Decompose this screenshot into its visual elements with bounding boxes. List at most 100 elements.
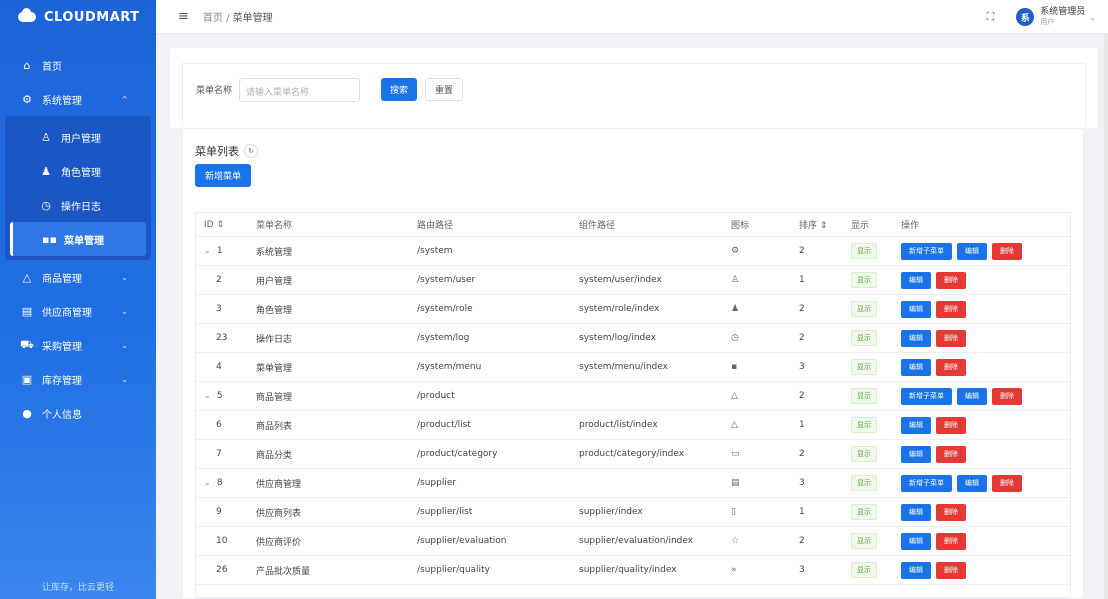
- delete-button[interactable]: 删除: [992, 242, 1022, 260]
- row-id-value: 7: [216, 449, 222, 459]
- row-menu-icon: ☆: [731, 536, 740, 546]
- add-submenu-button[interactable]: 新增子菜单: [901, 474, 952, 492]
- column-header-sort[interactable]: 排序 ⇕: [791, 218, 843, 231]
- row-id-value: 5: [216, 391, 223, 401]
- chevron-up-icon: ^: [121, 94, 128, 104]
- delete-button[interactable]: 删除: [936, 561, 966, 579]
- delete-button[interactable]: 删除: [992, 387, 1022, 405]
- reset-button[interactable]: 重置: [425, 78, 464, 101]
- row-route: /system: [417, 246, 453, 256]
- edit-button[interactable]: 编辑: [901, 503, 931, 521]
- delete-button[interactable]: 删除: [936, 358, 966, 376]
- delete-button[interactable]: 删除: [936, 271, 966, 289]
- sidebar-item-menus[interactable]: ▪▪ 菜单管理: [10, 222, 146, 256]
- row-id-value: 10: [216, 536, 228, 546]
- row-sort: 2: [799, 536, 805, 546]
- row-component: supplier/quality/index: [579, 565, 677, 575]
- row-menu-icon: △: [731, 420, 738, 430]
- user-name: 系统管理员: [1040, 7, 1086, 17]
- row-id: 23: [196, 333, 248, 343]
- delete-button[interactable]: 删除: [936, 416, 966, 434]
- edit-button[interactable]: 编辑: [901, 445, 931, 463]
- refresh-icon[interactable]: ↻: [244, 144, 258, 158]
- row-component: system/user/index: [579, 275, 662, 285]
- avatar[interactable]: 系: [1016, 8, 1035, 26]
- visible-badge: 显示: [851, 301, 877, 317]
- row-menu-name: 用户管理: [256, 276, 293, 287]
- row-id: 9: [196, 507, 248, 517]
- edit-button[interactable]: 编辑: [957, 387, 987, 405]
- edit-button[interactable]: 编辑: [901, 300, 931, 318]
- edit-button[interactable]: 编辑: [901, 532, 931, 550]
- search-button[interactable]: 搜索: [381, 78, 418, 101]
- user-area: ⛶ 系 系统管理员 用户 ⌄: [987, 0, 1096, 34]
- row-id: 26: [196, 565, 248, 575]
- sort-icon[interactable]: ⇕: [820, 221, 828, 231]
- app-logo[interactable]: CLOUDMART: [0, 0, 156, 34]
- breadcrumb-home[interactable]: 首页: [203, 13, 223, 24]
- table-row: 6 商品列表/product/list product/list/index △ 1 显示…: [196, 411, 1070, 440]
- edit-button[interactable]: 编辑: [957, 242, 987, 260]
- row-menu-icon: ▯: [731, 507, 736, 517]
- row-id: 3: [196, 304, 248, 314]
- delete-button[interactable]: 删除: [936, 300, 966, 318]
- user-menu[interactable]: 系统管理员 用户: [1040, 7, 1085, 27]
- sidebar-item-users[interactable]: ♙ 用户管理: [5, 120, 151, 154]
- add-submenu-button[interactable]: 新增子菜单: [901, 387, 952, 405]
- row-visible: 显示: [843, 533, 893, 549]
- expand-icon[interactable]: ⌄: [204, 391, 214, 400]
- edit-button[interactable]: 编辑: [901, 329, 931, 347]
- edit-button[interactable]: 编辑: [901, 561, 931, 579]
- visible-badge: 显示: [851, 330, 877, 346]
- sidebar-item-roles[interactable]: ♟ 角色管理: [5, 154, 151, 188]
- chevron-down-icon[interactable]: ⌄: [1089, 13, 1096, 22]
- delete-button[interactable]: 删除: [936, 503, 966, 521]
- edit-button[interactable]: 编辑: [901, 271, 931, 289]
- row-menu-name: 供应商评价: [256, 537, 302, 548]
- delete-button[interactable]: 删除: [936, 329, 966, 347]
- sidebar-item-suppliers[interactable]: ▤ 供应商管理 ⌄: [0, 294, 156, 328]
- add-menu-button[interactable]: 新增菜单: [195, 164, 252, 187]
- row-route: /system/menu: [417, 362, 482, 372]
- sidebar-item-label: 个人信息: [42, 409, 82, 421]
- row-menu-icon: ♟: [731, 304, 740, 314]
- row-route: /supplier/evaluation: [417, 536, 507, 546]
- sidebar-item-inventory[interactable]: ▣ 库存管理 ⌄: [0, 362, 156, 396]
- chevron-down-icon: ⌄: [121, 306, 128, 316]
- sidebar-item-system[interactable]: ⚙ 系统管理 ^: [0, 82, 156, 116]
- sidebar-item-products[interactable]: △ 商品管理 ⌄: [0, 260, 156, 294]
- sidebar-item-logs[interactable]: ◷ 操作日志: [5, 188, 151, 222]
- edit-button[interactable]: 编辑: [901, 416, 931, 434]
- fullscreen-icon[interactable]: ⛶: [987, 10, 995, 24]
- edit-button[interactable]: 编辑: [901, 358, 931, 376]
- row-id-value: 2: [216, 275, 222, 285]
- sidebar-item-profile[interactable]: ● 个人信息: [0, 396, 156, 430]
- search-card: 菜单名称 请输入菜单名称 搜索 重置: [170, 48, 1098, 128]
- add-submenu-button[interactable]: 新增子菜单: [901, 242, 952, 260]
- column-header-id[interactable]: ID ⇕: [196, 220, 248, 230]
- sidebar-item-purchase[interactable]: ⛟ 采购管理 ⌄: [0, 328, 156, 362]
- expand-icon[interactable]: ⌄: [204, 246, 214, 255]
- search-label: 菜单名称: [196, 86, 233, 96]
- row-id-value: 9: [216, 507, 222, 517]
- sidebar-item-label: 供应商管理: [42, 307, 92, 319]
- row-sort: 3: [799, 478, 805, 488]
- table-row: 23 操作日志/system/log system/log/index ◷ 2 显示 编辑删…: [196, 324, 1070, 353]
- sidebar-item-home[interactable]: ⌂ 首页: [0, 48, 156, 82]
- page-scrollbar[interactable]: [1104, 34, 1108, 599]
- delete-button[interactable]: 删除: [992, 474, 1022, 492]
- sidebar-item-label: 系统管理: [42, 95, 82, 107]
- menu-toggle-icon[interactable]: ≡: [178, 9, 189, 24]
- delete-button[interactable]: 删除: [936, 532, 966, 550]
- delete-button[interactable]: 删除: [936, 445, 966, 463]
- row-id: 4: [196, 362, 248, 372]
- visible-badge: 显示: [851, 388, 877, 404]
- row-sort: 1: [799, 507, 805, 517]
- menu-name-input[interactable]: 请输入菜单名称: [239, 78, 361, 102]
- expand-icon[interactable]: ⌄: [204, 478, 214, 487]
- edit-button[interactable]: 编辑: [957, 474, 987, 492]
- row-actions: 编辑 删除: [893, 416, 1070, 434]
- sort-icon[interactable]: ⇕: [216, 220, 224, 230]
- row-id: ⌄ 8: [196, 478, 248, 488]
- row-id: ⌄ 1: [196, 246, 248, 256]
